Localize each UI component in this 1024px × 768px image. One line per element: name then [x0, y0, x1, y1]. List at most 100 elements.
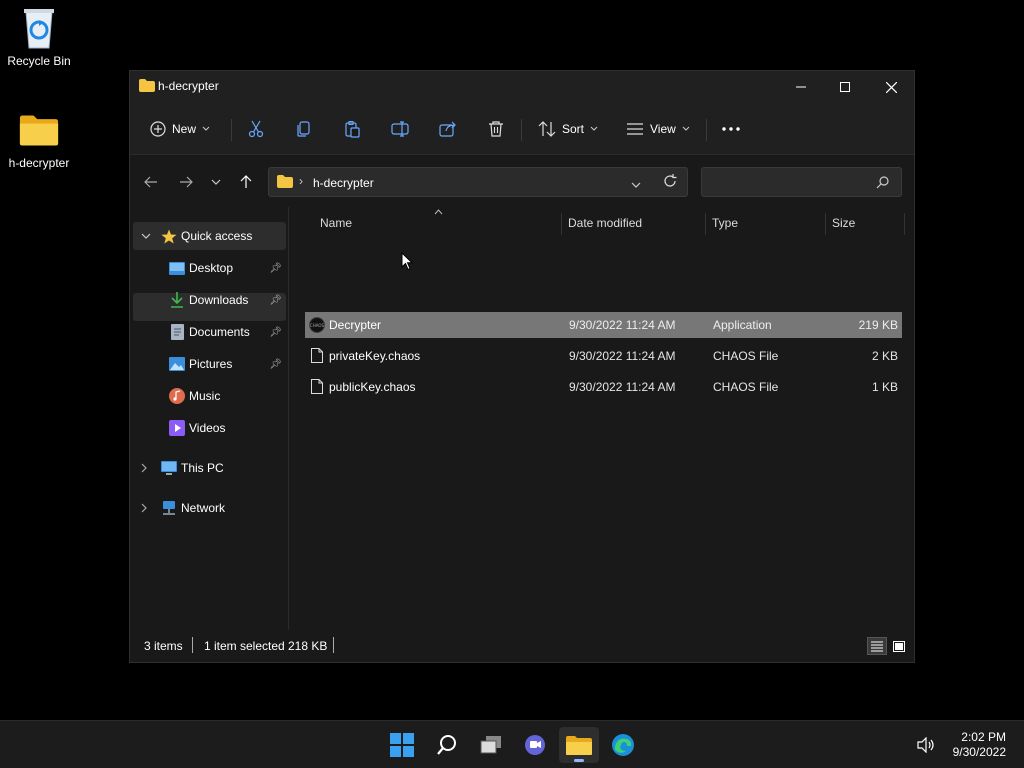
nav-item-quick-access[interactable]: Quick access — [133, 222, 286, 250]
table-row[interactable]: publicKey.chaos 9/30/2022 11:24 AM CHAOS… — [305, 374, 902, 400]
nav-item-this-pc[interactable]: This PC — [133, 454, 286, 482]
pin-icon: 📌︎ — [269, 358, 282, 370]
title-bar[interactable]: h-decrypter — [130, 71, 914, 103]
new-label: New — [172, 122, 197, 136]
nav-label: Pictures — [189, 357, 233, 371]
search-box[interactable] — [701, 167, 902, 197]
plus-circle-icon — [150, 121, 166, 137]
sort-icon — [538, 121, 556, 137]
star-icon — [161, 228, 177, 244]
up-button[interactable] — [234, 170, 258, 194]
selection-size: 218 KB — [288, 639, 328, 653]
table-row[interactable]: privateKey.chaos 9/30/2022 11:24 AM CHAO… — [305, 343, 902, 369]
details-view-button[interactable] — [867, 637, 887, 655]
nav-item-desktop[interactable]: Desktop 📌︎ — [133, 254, 286, 282]
view-button[interactable]: View — [626, 113, 690, 145]
close-button[interactable] — [868, 71, 914, 103]
copy-icon — [297, 121, 310, 137]
edge-browser-icon — [612, 734, 634, 756]
task-view-button[interactable] — [471, 727, 511, 763]
refresh-button[interactable] — [663, 174, 677, 191]
recent-locations-button[interactable] — [204, 170, 228, 194]
breadcrumb-separator-icon: › — [299, 174, 303, 188]
volume-icon[interactable] — [917, 736, 935, 756]
search-taskbar-button[interactable] — [427, 727, 467, 763]
tiles-view-button[interactable] — [889, 637, 909, 655]
separator — [521, 119, 522, 141]
window-title: h-decrypter — [158, 79, 219, 93]
share-button[interactable] — [439, 113, 457, 145]
nav-item-documents[interactable]: Documents 📌︎ — [133, 318, 286, 346]
nav-item-music[interactable]: Music — [133, 382, 286, 410]
rename-button[interactable] — [391, 113, 409, 145]
folder-icon — [566, 735, 592, 755]
chat-button[interactable] — [515, 727, 555, 763]
command-bar: New Sort View — [130, 103, 914, 155]
column-label: Date modified — [568, 216, 643, 230]
more-options-button[interactable] — [722, 113, 740, 145]
column-divider[interactable] — [825, 213, 826, 235]
document-icon — [169, 324, 185, 340]
arrow-up-icon — [240, 175, 252, 188]
breadcrumb-path[interactable]: h-decrypter — [313, 176, 374, 190]
chevron-down-icon — [631, 182, 641, 188]
nav-item-videos[interactable]: Videos — [133, 414, 286, 442]
application-icon: CHAOS — [309, 317, 325, 336]
column-header-size[interactable]: Size — [832, 211, 902, 235]
file-name: privateKey.chaos — [329, 349, 421, 363]
status-divider — [333, 637, 334, 653]
column-label: Type — [712, 216, 739, 230]
desktop-icon-h-decrypter[interactable]: h-decrypter — [1, 110, 77, 170]
windows-logo-icon — [390, 733, 414, 757]
column-divider[interactable] — [705, 213, 706, 235]
column-header-type[interactable]: Type — [712, 211, 824, 235]
file-explorer-taskbar-button[interactable] — [559, 727, 599, 763]
minimize-icon — [796, 86, 806, 88]
nav-item-downloads[interactable]: Downloads 📌︎ — [133, 286, 286, 314]
running-indicator — [574, 759, 584, 762]
system-clock[interactable]: 2:02 PM 9/30/2022 — [953, 730, 1006, 760]
list-view-icon — [627, 123, 643, 135]
nav-item-network[interactable]: Network — [133, 494, 286, 522]
selection-info: 1 item selected — [204, 639, 285, 653]
column-divider[interactable] — [561, 213, 562, 235]
maximize-button[interactable] — [822, 71, 868, 103]
forward-button[interactable] — [174, 170, 198, 194]
more-icon — [722, 127, 740, 131]
sort-button[interactable]: Sort — [538, 113, 598, 145]
search-input[interactable] — [708, 172, 868, 192]
trash-icon — [489, 121, 503, 137]
new-button[interactable]: New — [150, 113, 210, 145]
minimize-button[interactable] — [778, 71, 824, 103]
paste-button[interactable] — [343, 113, 361, 145]
file-type: Application — [713, 318, 772, 332]
sort-ascending-icon — [434, 209, 443, 215]
nav-item-pictures[interactable]: Pictures 📌︎ — [133, 350, 286, 378]
address-bar[interactable]: › h-decrypter — [268, 167, 688, 197]
table-row[interactable]: CHAOS Decrypter 9/30/2022 11:24 AM Appli… — [305, 312, 902, 338]
computer-icon — [161, 460, 177, 476]
sort-label: Sort — [562, 122, 585, 136]
copy-button[interactable] — [295, 113, 313, 145]
arrow-left-icon — [144, 176, 157, 188]
address-dropdown-button[interactable] — [631, 178, 641, 192]
task-view-icon — [480, 736, 501, 754]
file-name: publicKey.chaos — [329, 380, 416, 394]
file-date: 9/30/2022 11:24 AM — [569, 349, 676, 363]
music-icon — [169, 388, 185, 404]
separator — [231, 119, 232, 141]
column-divider[interactable] — [904, 213, 905, 235]
cut-button[interactable] — [247, 113, 265, 145]
search-icon[interactable] — [876, 176, 889, 192]
desktop-icon-recycle-bin[interactable]: Recycle Bin — [1, 8, 77, 68]
delete-button[interactable] — [487, 113, 505, 145]
column-header-date[interactable]: Date modified — [568, 211, 704, 235]
chevron-down-icon — [682, 126, 690, 131]
back-button[interactable] — [139, 170, 163, 194]
desktop-icon-label: h-decrypter — [8, 156, 70, 170]
nav-label: Videos — [189, 421, 226, 435]
edge-button[interactable] — [603, 727, 643, 763]
pin-icon: 📌︎ — [269, 294, 282, 306]
start-button[interactable] — [382, 727, 422, 763]
chevron-down-icon — [202, 126, 210, 131]
